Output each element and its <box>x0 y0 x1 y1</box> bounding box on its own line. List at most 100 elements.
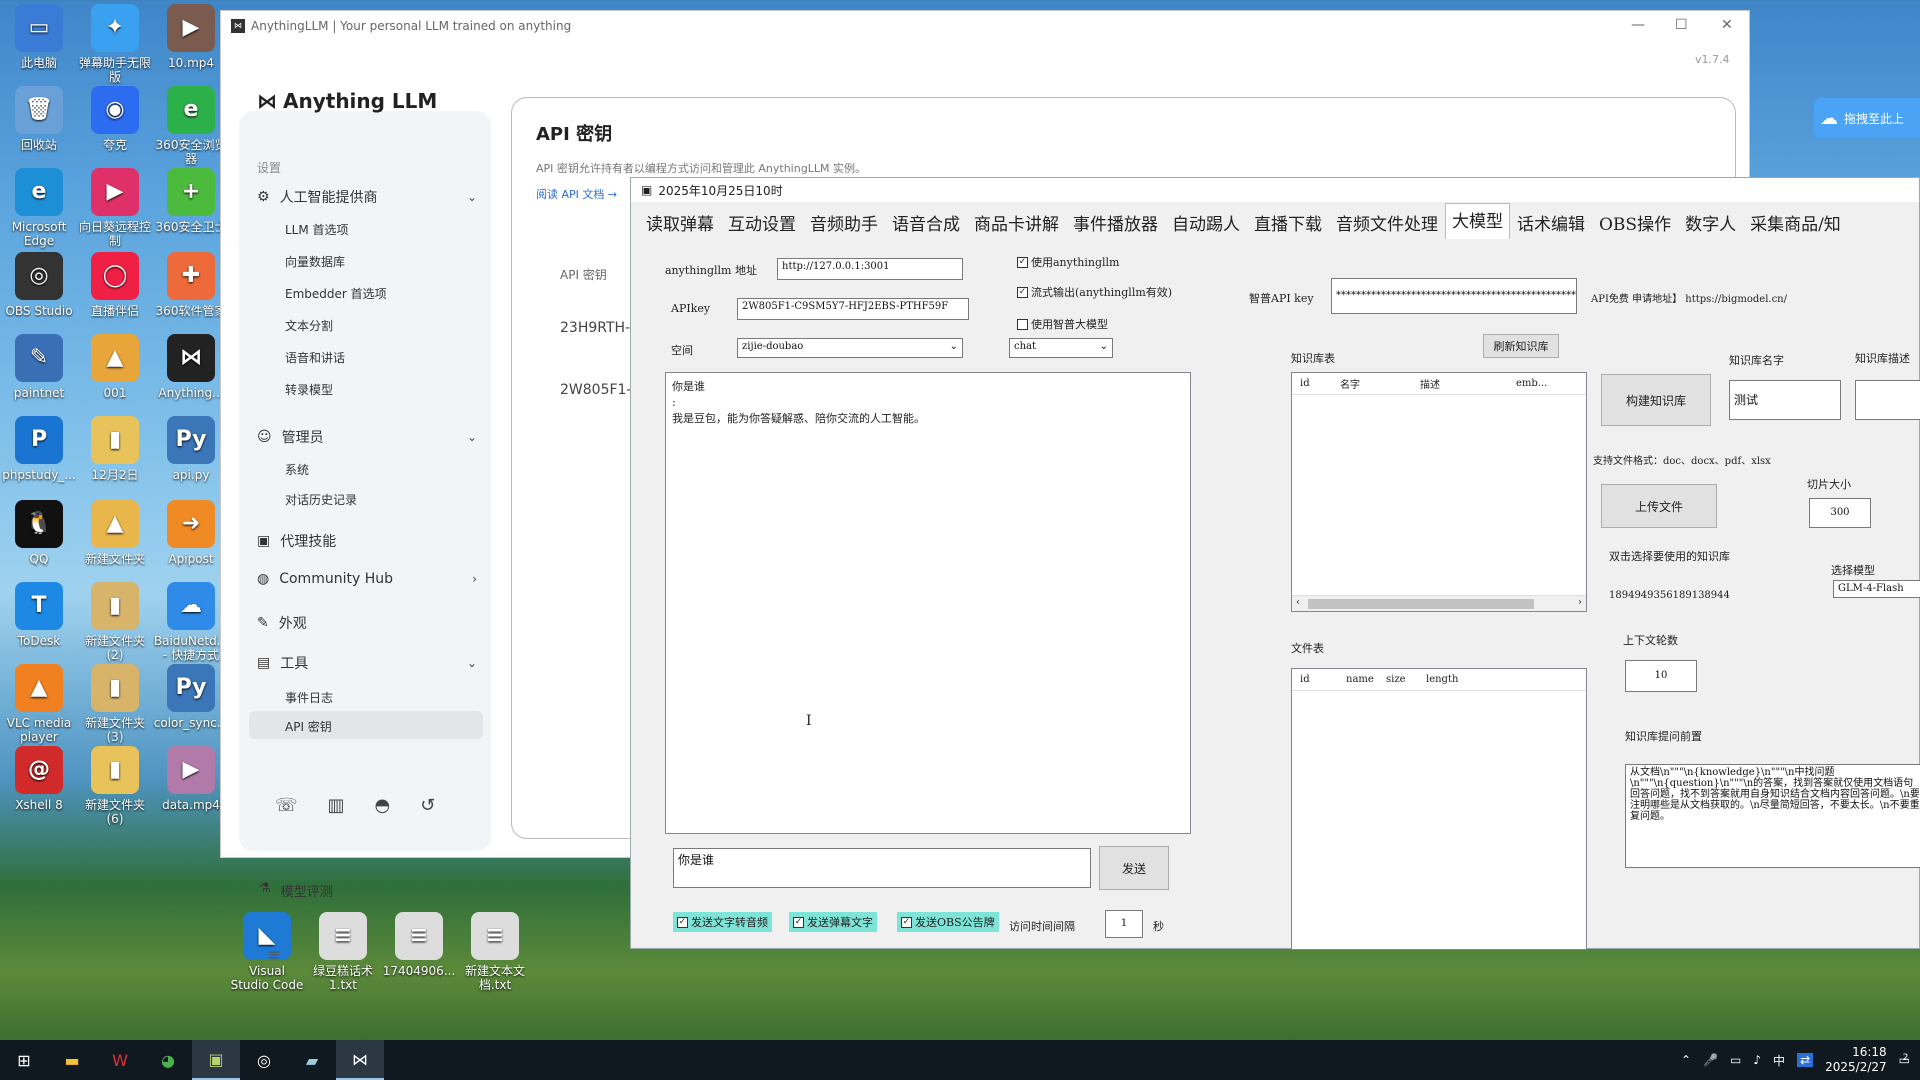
sidebar-item-tools[interactable]: ▤ 工具 ⌄ <box>257 653 477 673</box>
desktop-icon[interactable]: ▶ 向日葵远程控 制 <box>76 168 154 248</box>
chevron-up-icon[interactable]: ⌃ <box>1681 1053 1691 1067</box>
column-header[interactable]: 名字 <box>1332 376 1412 391</box>
use-zhipu-checkbox[interactable]: 使用智普大模型 <box>1017 316 1108 332</box>
column-header[interactable]: emb... <box>1508 378 1547 389</box>
desktop-icon[interactable]: ▭ 此电脑 <box>0 4 78 70</box>
column-header[interactable]: id <box>1292 674 1338 685</box>
support-icon[interactable]: ☏ <box>275 795 298 816</box>
sidebar-item-voice[interactable]: 语音和讲话 <box>285 349 345 366</box>
model-select[interactable]: GLM-4-Flash <box>1833 580 1920 598</box>
horizontal-scrollbar[interactable]: ‹ › <box>1292 595 1586 611</box>
ctx-input[interactable]: 10 <box>1625 660 1697 692</box>
tab-item[interactable]: 自动踢人 <box>1165 206 1247 239</box>
notification-icon[interactable]: ▭ 2 <box>1899 1053 1910 1067</box>
taskbar-assistant[interactable]: ▣ <box>192 1040 240 1080</box>
upload-button[interactable]: 上传文件 <box>1601 484 1717 528</box>
sidebar-item-transcribe[interactable]: 转录模型 <box>285 381 333 398</box>
ime-mode-icon[interactable]: ⇄ <box>1797 1053 1814 1067</box>
tab-item[interactable]: 读取弹幕 <box>639 206 721 239</box>
send-button[interactable]: 发送 <box>1099 846 1169 890</box>
desktop-icon[interactable]: ▮ 新建文件夹 (2) <box>76 582 154 662</box>
desktop-icon[interactable]: ≡ 新建文本文 档.txt <box>456 912 534 992</box>
desktop-icon[interactable]: ◎ OBS Studio <box>0 252 78 318</box>
refresh-kb-button[interactable]: 刷新知识库 <box>1483 334 1559 358</box>
prompt-textarea[interactable]: 从文档\n"""\n{knowledge}\n"""\n中找问题\n"""\n{… <box>1625 764 1920 868</box>
sidebar-item-community[interactable]: ◍ Community Hub › <box>257 571 477 587</box>
tab-item[interactable]: 直播下载 <box>1247 206 1329 239</box>
desktop-icon[interactable]: ▲ VLC media player <box>0 664 78 744</box>
sidebar-item-appearance[interactable]: ✎ 外观 <box>257 613 477 633</box>
desktop-icon[interactable]: T ToDesk <box>0 582 78 648</box>
minimize-button[interactable]: — <box>1631 17 1645 33</box>
desktop-icon[interactable]: Py color_sync... <box>152 664 230 730</box>
column-header[interactable]: 描述 <box>1412 376 1508 391</box>
tab-item[interactable]: 语音合成 <box>885 206 967 239</box>
scrollbar-thumb[interactable] <box>1308 599 1534 609</box>
send-danmaku-checkbox[interactable]: ✓ 发送弹幕文字 <box>789 912 877 932</box>
desktop-icon[interactable]: e 360安全浏览 器 <box>152 86 230 166</box>
sidebar-item-vector-db[interactable]: 向量数据库 <box>285 253 345 270</box>
desktop-icon[interactable]: ▮ 新建文件夹 (6) <box>76 746 154 826</box>
api-free-link[interactable]: API免费 申请地址】 https://bigmodel.cn/ <box>1591 290 1787 305</box>
desktop-icon[interactable]: Pphpstudy_... <box>0 416 78 482</box>
desktop-icon[interactable]: @ Xshell 8 <box>0 746 78 812</box>
column-header[interactable]: size <box>1378 674 1418 685</box>
desktop-icon[interactable]: ▶ data.mp4 <box>152 746 230 812</box>
use-anythingllm-checkbox[interactable]: ✓ 使用anythingllm <box>1017 254 1119 270</box>
kb-desc-input[interactable] <box>1855 380 1920 420</box>
back-icon[interactable]: ↺ <box>420 795 435 816</box>
tab-item[interactable]: 互动设置 <box>721 206 803 239</box>
send-tts-checkbox[interactable]: ✓ 发送文字转音频 <box>673 912 772 932</box>
sidebar-item-events[interactable]: 事件日志 <box>285 689 333 706</box>
chunk-input[interactable]: 300 <box>1809 498 1871 528</box>
desktop-icon[interactable]: ▲ 新建文件夹 <box>76 500 154 566</box>
desktop-icon[interactable]: ◉ 夸克 <box>76 86 154 152</box>
sidebar-item-llm-pref[interactable]: LLM 首选项 <box>285 221 349 238</box>
desktop-icon[interactable]: ⋈ Anything... <box>152 334 230 400</box>
tab-item[interactable]: 音频文件处理 <box>1329 206 1445 239</box>
sidebar-item-text-split[interactable]: 文本分割 <box>285 317 333 334</box>
desktop-icon[interactable]: ☁ BaiduNetd... - 快捷方式 <box>152 582 230 662</box>
sidebar-item-admin[interactable]: ☺ 管理员 ⌄ <box>257 427 477 447</box>
desktop-icon[interactable]: ✦ 弹幕助手无限 版 <box>76 4 154 84</box>
taskbar-wps[interactable]: W <box>96 1040 144 1080</box>
desktop-icon[interactable]: ▮ 新建文件夹 (3) <box>76 664 154 744</box>
desktop-icon[interactable]: ▮ 12月2日 <box>76 416 154 482</box>
tab-item[interactable]: 数字人 <box>1678 206 1743 239</box>
chat-output[interactable]: 你是谁 : 我是豆包，能为你答疑解惑、陪你交流的人工智能。 I <box>665 372 1191 834</box>
desktop-icon[interactable]: 🗑 回收站 <box>0 86 78 152</box>
desktop-icon[interactable]: Py api.py <box>152 416 230 482</box>
apikey-input[interactable]: 2W805F1-C9SM5Y7-HFJ2EBS-PTHF59F <box>737 298 969 320</box>
space-select[interactable]: zijie-doubao ⌄ <box>737 338 963 358</box>
sidebar-item-agent[interactable]: ▣ 代理技能 <box>257 531 477 551</box>
column-header[interactable]: length <box>1418 674 1478 685</box>
sidebar-item-api-keys[interactable]: API 密钥 <box>249 711 483 739</box>
sidebar-item-history[interactable]: 对话历史记录 <box>285 491 357 508</box>
maximize-button[interactable]: ☐ <box>1675 17 1688 33</box>
taskbar-obs[interactable]: ◎ <box>240 1040 288 1080</box>
taskbar-anythingllm[interactable]: ⋈ <box>336 1040 384 1080</box>
desktop-icon[interactable]: ✎ paintnet <box>0 334 78 400</box>
desktop-icon[interactable]: +360安全卫士 <box>152 168 230 234</box>
send-obs-checkbox[interactable]: ✓ 发送OBS公告牌 <box>897 912 999 932</box>
mode-select[interactable]: chat ⌄ <box>1009 338 1113 358</box>
network-icon[interactable]: ▭ <box>1730 1053 1741 1067</box>
book-icon[interactable]: ▥ <box>328 795 345 816</box>
tab-item[interactable]: 事件播放器 <box>1066 206 1165 239</box>
desktop-icon[interactable]: ➜ Apipost <box>152 500 230 566</box>
interval-input[interactable]: 1 <box>1105 910 1143 938</box>
tab-item[interactable]: 商品卡讲解 <box>967 206 1066 239</box>
ime-indicator[interactable]: 中 <box>1773 1052 1785 1069</box>
sidebar-item-ai-provider[interactable]: ⚙ 人工智能提供商 ⌄ <box>257 187 477 207</box>
desktop-icon[interactable]: ◯ 直播伴侣 <box>76 252 154 318</box>
tab-item[interactable]: 大模型 <box>1445 203 1510 239</box>
sidebar-item-system[interactable]: 系统 <box>285 461 309 478</box>
start-button[interactable]: ⊞ <box>0 1040 48 1080</box>
desktop-icon[interactable]: ▲ 001 <box>76 334 154 400</box>
kb-name-input[interactable]: 测试 <box>1729 380 1841 420</box>
desktop-icon[interactable]: ✚ 360软件管家 <box>152 252 230 318</box>
desktop-icon[interactable]: 🐧 QQ <box>0 500 78 566</box>
stream-output-checkbox[interactable]: ✓ 流式输出(anythingllm有效) <box>1017 284 1172 300</box>
addr-input[interactable]: http://127.0.0.1:3001 <box>777 258 963 280</box>
api-docs-link[interactable]: 阅读 API 文档 → <box>536 186 617 202</box>
